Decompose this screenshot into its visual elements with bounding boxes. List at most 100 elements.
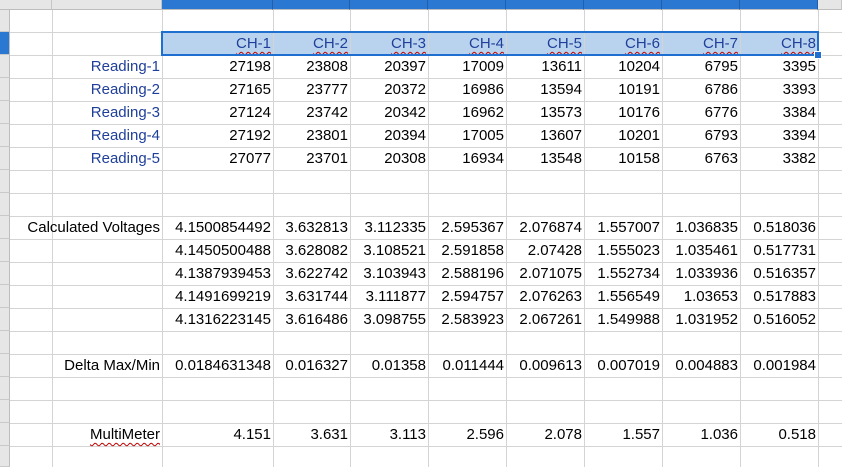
row-header[interactable] [0,423,10,446]
reading-value[interactable]: 10191 [584,79,662,101]
header-cell-ch2[interactable]: CH-2 [273,33,350,55]
reading-value[interactable]: 10176 [584,102,662,124]
column-header-h[interactable] [584,0,662,10]
multimeter-value[interactable]: 1.036 [662,424,740,446]
delta-value[interactable]: 0.001984 [740,355,818,377]
voltage-value[interactable]: 2.076874 [506,217,584,239]
voltage-value[interactable]: 1.033936 [662,263,740,285]
voltage-value[interactable]: 2.07428 [506,240,584,262]
voltage-value[interactable]: 2.067261 [506,309,584,331]
reading-value[interactable]: 16934 [428,148,506,170]
voltage-value[interactable]: 1.035461 [662,240,740,262]
reading-value[interactable]: 20308 [350,148,428,170]
reading-value[interactable]: 10201 [584,125,662,147]
voltage-value[interactable]: 3.098755 [350,309,428,331]
reading-label[interactable]: Reading-3 [52,102,162,124]
column-header-b[interactable] [52,0,162,10]
voltage-value[interactable]: 1.03653 [662,286,740,308]
reading-value[interactable]: 16986 [428,79,506,101]
row-header[interactable] [0,124,10,147]
row-header[interactable] [0,55,10,78]
voltage-value[interactable]: 3.108521 [350,240,428,262]
reading-value[interactable]: 6776 [662,102,740,124]
reading-value[interactable]: 3382 [740,148,818,170]
voltage-value[interactable]: 0.517883 [740,286,818,308]
delta-value[interactable]: 0.0184631348 [162,355,273,377]
delta-label[interactable]: Delta Max/Min [10,355,162,377]
row-header[interactable] [0,147,10,170]
header-cell-ch8[interactable]: CH-8 [740,33,818,55]
voltage-value[interactable]: 3.112335 [350,217,428,239]
voltage-value[interactable]: 3.616486 [273,309,350,331]
reading-label[interactable]: Reading-5 [52,148,162,170]
column-header-j[interactable] [740,0,818,10]
row-header[interactable] [0,216,10,239]
multimeter-value[interactable]: 0.518 [740,424,818,446]
reading-value[interactable]: 27165 [162,79,273,101]
header-cell-ch1[interactable]: CH-1 [162,33,273,55]
multimeter-value[interactable]: 1.557 [584,424,662,446]
reading-value[interactable]: 3394 [740,125,818,147]
row-header[interactable] [0,239,10,262]
voltage-value[interactable]: 1.031952 [662,309,740,331]
column-header-k[interactable] [818,0,842,10]
header-cell-ch5[interactable]: CH-5 [506,33,584,55]
reading-label[interactable]: Reading-1 [52,56,162,78]
voltage-value[interactable]: 3.622742 [273,263,350,285]
voltage-value[interactable]: 2.071075 [506,263,584,285]
multimeter-value[interactable]: 2.596 [428,424,506,446]
voltage-value[interactable]: 2.594757 [428,286,506,308]
row-header[interactable] [0,354,10,377]
reading-value[interactable]: 13607 [506,125,584,147]
voltage-value[interactable]: 3.631744 [273,286,350,308]
column-header-g[interactable] [506,0,584,10]
voltage-value[interactable]: 0.518036 [740,217,818,239]
column-header-c[interactable] [162,0,273,10]
header-cell-ch4[interactable]: CH-4 [428,33,506,55]
multimeter-label[interactable]: MultiMeter [52,424,162,446]
delta-value[interactable]: 0.016327 [273,355,350,377]
voltage-value[interactable]: 2.588196 [428,263,506,285]
voltage-value[interactable]: 1.552734 [584,263,662,285]
voltage-value[interactable]: 1.549988 [584,309,662,331]
reading-value[interactable]: 20372 [350,79,428,101]
reading-value[interactable]: 27198 [162,56,273,78]
reading-value[interactable]: 10158 [584,148,662,170]
delta-value[interactable]: 0.007019 [584,355,662,377]
row-header[interactable] [0,101,10,124]
reading-value[interactable]: 23742 [273,102,350,124]
column-header-f[interactable] [428,0,506,10]
row-header[interactable] [0,262,10,285]
reading-value[interactable]: 3393 [740,79,818,101]
reading-value[interactable]: 20394 [350,125,428,147]
voltage-value[interactable]: 2.591858 [428,240,506,262]
row-header[interactable] [0,308,10,331]
voltage-value[interactable]: 3.111877 [350,286,428,308]
reading-value[interactable]: 17005 [428,125,506,147]
reading-value[interactable]: 23777 [273,79,350,101]
voltage-value[interactable]: 4.1450500488 [162,240,273,262]
reading-value[interactable]: 13573 [506,102,584,124]
reading-value[interactable]: 13548 [506,148,584,170]
row-header[interactable] [0,193,10,216]
column-header-e[interactable] [350,0,428,10]
reading-label[interactable]: Reading-4 [52,125,162,147]
header-cell-ch6[interactable]: CH-6 [584,33,662,55]
reading-value[interactable]: 3384 [740,102,818,124]
voltage-value[interactable]: 0.516357 [740,263,818,285]
delta-value[interactable]: 0.01358 [350,355,428,377]
row-header[interactable] [0,285,10,308]
voltage-value[interactable]: 4.1387939453 [162,263,273,285]
voltage-value[interactable]: 0.516052 [740,309,818,331]
multimeter-value[interactable]: 3.631 [273,424,350,446]
row-header[interactable] [0,170,10,193]
row-header[interactable] [0,10,10,32]
reading-value[interactable]: 23701 [273,148,350,170]
voltage-value[interactable]: 3.103943 [350,263,428,285]
column-header-i[interactable] [662,0,740,10]
voltage-value[interactable]: 1.036835 [662,217,740,239]
reading-value[interactable]: 17009 [428,56,506,78]
row-header[interactable] [0,400,10,423]
voltage-value[interactable]: 4.1491699219 [162,286,273,308]
voltage-value[interactable]: 1.557007 [584,217,662,239]
